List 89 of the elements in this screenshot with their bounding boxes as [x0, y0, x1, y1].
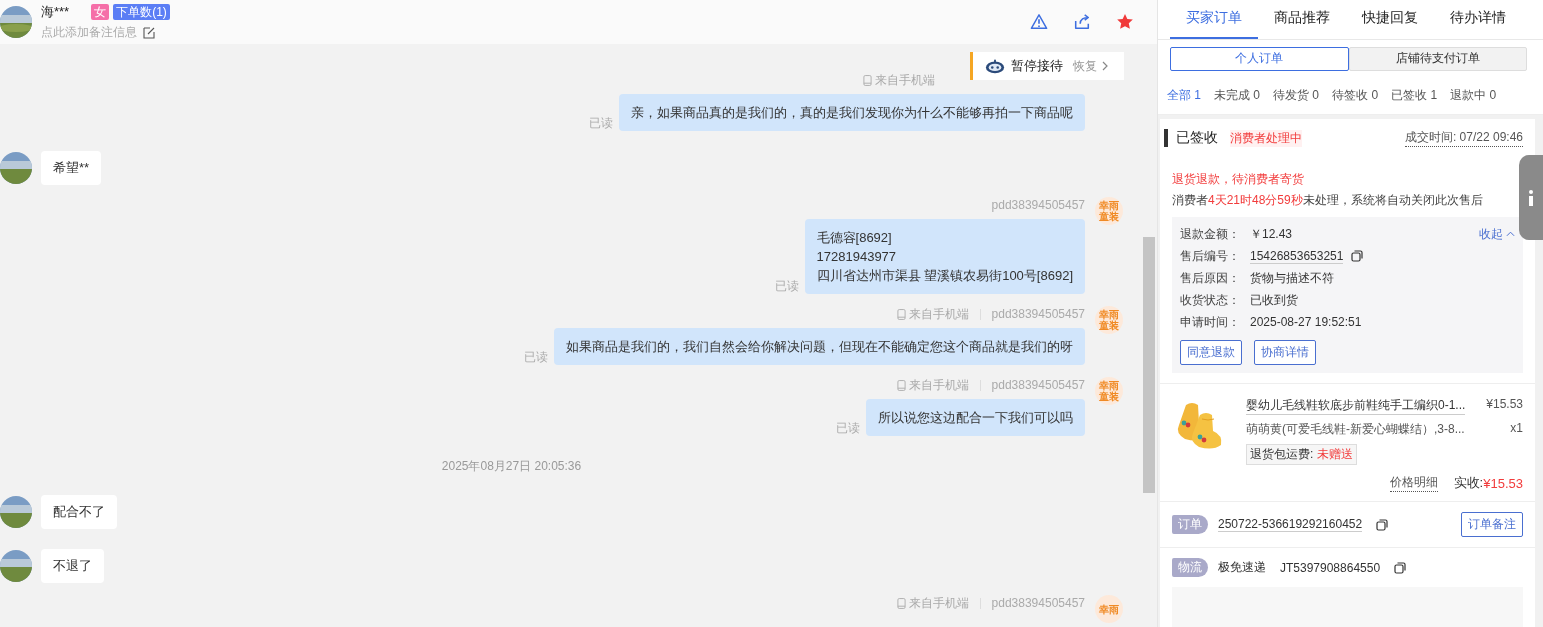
robot-icon — [985, 58, 1005, 74]
share-icon[interactable] — [1073, 13, 1091, 31]
agent-id: pdd38394505457 — [991, 378, 1085, 392]
read-status: 已读 — [524, 349, 548, 366]
phone-icon — [896, 597, 906, 609]
detail-value: 2025-08-27 19:52:51 — [1250, 315, 1362, 329]
source-label: 来自手机端 — [875, 71, 935, 89]
filter-tab[interactable]: 退款中 0 — [1450, 87, 1497, 105]
chevron-icon — [1102, 61, 1108, 71]
deal-time: 成交时间: 07/22 09:46 — [1404, 129, 1523, 147]
segment-tab[interactable]: 店铺待支付订单 — [1348, 46, 1527, 72]
panel-tab[interactable]: 买家订单 — [1170, 0, 1258, 39]
action-button[interactable]: 同意退款 — [1180, 340, 1242, 365]
detail-label: 退款金额： — [1180, 225, 1241, 243]
panel-tab[interactable]: 快捷回复 — [1346, 0, 1434, 39]
source-label: 来自手机端 — [908, 305, 969, 323]
detail-label: 售后原因： — [1180, 269, 1241, 287]
collapse-link[interactable]: 收起 — [1479, 225, 1515, 243]
pause-label: 暂停接待 — [1011, 57, 1063, 75]
read-status: 已读 — [836, 420, 860, 437]
filter-tab[interactable]: 待签收 0 — [1332, 87, 1379, 105]
status-tag: 消费者处理中 — [1230, 129, 1302, 147]
filter-tab[interactable]: 已签收 1 — [1391, 87, 1438, 105]
agent-id: pdd38394505457 — [991, 198, 1085, 212]
copy-icon[interactable] — [1394, 561, 1407, 574]
agent-id: pdd38394505457 — [991, 596, 1085, 610]
shop-avatar: 幸雨童装 — [1095, 377, 1123, 405]
order-status: 已签收 — [1164, 129, 1218, 147]
warning-icon[interactable] — [1030, 13, 1048, 31]
shop-avatar: 幸雨童装 — [1095, 197, 1123, 225]
edit-icon[interactable] — [143, 26, 155, 39]
phone-icon — [896, 308, 906, 320]
agent-id: pdd38394505457 — [991, 307, 1085, 321]
copy-icon[interactable] — [1351, 250, 1364, 262]
message-bubble: 希望** — [41, 151, 102, 185]
phone-icon — [863, 74, 872, 86]
message-bubble: 亲，如果商品真的是我们的，真的是我们发现你为什么不能够再拍一下商品呢 — [619, 94, 1085, 131]
product-title[interactable]: 婴幼儿毛线鞋软底步前鞋纯手工编织0-1... — [1246, 397, 1466, 415]
paid-amount: ¥15.53 — [1483, 475, 1523, 491]
shipping-tag: 退货包运费: 未赠送 — [1246, 444, 1357, 465]
detail-value: 15426853653251 — [1250, 248, 1344, 264]
order-tag: 订单 — [1172, 515, 1208, 534]
panel-tab[interactable]: 商品推荐 — [1258, 0, 1346, 39]
filter-tab[interactable]: 未完成 0 — [1214, 87, 1261, 105]
scrollbar[interactable] — [1143, 237, 1155, 493]
product-price: ¥15.53 — [1486, 397, 1523, 413]
paid-label: 实收: — [1453, 474, 1484, 492]
tracking-number: JT5397908864550 — [1280, 560, 1381, 575]
read-status: 已读 — [774, 278, 799, 295]
detail-label: 收货状态： — [1180, 291, 1241, 309]
price-detail-link[interactable]: 价格明细 — [1389, 474, 1438, 492]
message-bubble: 配合不了 — [41, 495, 117, 529]
detail-value: ￥12.43 — [1250, 225, 1293, 243]
filter-tab[interactable]: 待发货 0 — [1273, 87, 1320, 105]
read-status: 已读 — [589, 115, 613, 132]
refund-notice: 退货退款，待消费者寄货 — [1172, 171, 1305, 188]
detail-label: 售后编号： — [1180, 247, 1241, 265]
message-bubble: 所以说您这边配合一下我们可以吗 — [866, 399, 1085, 436]
source-label: 来自手机端 — [908, 376, 969, 394]
message-bubble: 如果商品是我们的，我们自然会给你解决问题，但现在不能确定您这个商品就是我们的呀 — [554, 328, 1085, 365]
copy-icon[interactable] — [1376, 518, 1389, 531]
info-tab[interactable] — [1519, 155, 1543, 240]
order-number: 250722-536619292160452 — [1218, 517, 1363, 532]
panel-tab[interactable]: 待办详情 — [1434, 0, 1522, 39]
order-note-button[interactable]: 订单备注 — [1461, 512, 1523, 537]
caret-icon — [1506, 231, 1515, 237]
detail-value: 货物与描述不符 — [1250, 269, 1334, 287]
phone-icon — [896, 379, 906, 391]
source-label: 来自手机端 — [908, 594, 969, 612]
product-quantity: x1 — [1510, 421, 1523, 437]
detail-value: 已收到货 — [1250, 291, 1298, 309]
segment-tab[interactable]: 个人订单 — [1170, 46, 1349, 72]
message-bubble: 不退了 — [41, 549, 104, 583]
order-count-tag: 下单数(1) — [113, 4, 170, 20]
action-button[interactable]: 协商详情 — [1254, 340, 1316, 365]
shop-avatar: 幸雨童装 — [1095, 306, 1123, 334]
customer-name: 海*** — [41, 3, 70, 21]
star-icon[interactable] — [1116, 13, 1134, 31]
timestamp: 2025年08月27日 20:05:36 — [440, 458, 583, 475]
info-icon — [1528, 189, 1534, 206]
logistics-tag: 物流 — [1172, 558, 1208, 577]
message-bubble: 毛德容[8692] 17281943977 四川省达州市渠县 望溪镇农易街100号[8692] — [804, 219, 1085, 294]
gender-tag: 女 — [91, 4, 110, 20]
carrier-name: 极免速递 — [1218, 559, 1266, 576]
filter-tab[interactable]: 全部 1 — [1167, 87, 1201, 105]
countdown-text: 消费者4天21时48分59秒未处理，系统将自动关闭此次售后 — [1172, 192, 1484, 209]
shop-avatar: 幸雨 — [1095, 595, 1123, 623]
detail-label: 申请时间： — [1180, 313, 1241, 331]
product-spec: 萌萌黄(可爱毛线鞋-新爱心蝴蝶结）,3-8... — [1246, 421, 1465, 438]
